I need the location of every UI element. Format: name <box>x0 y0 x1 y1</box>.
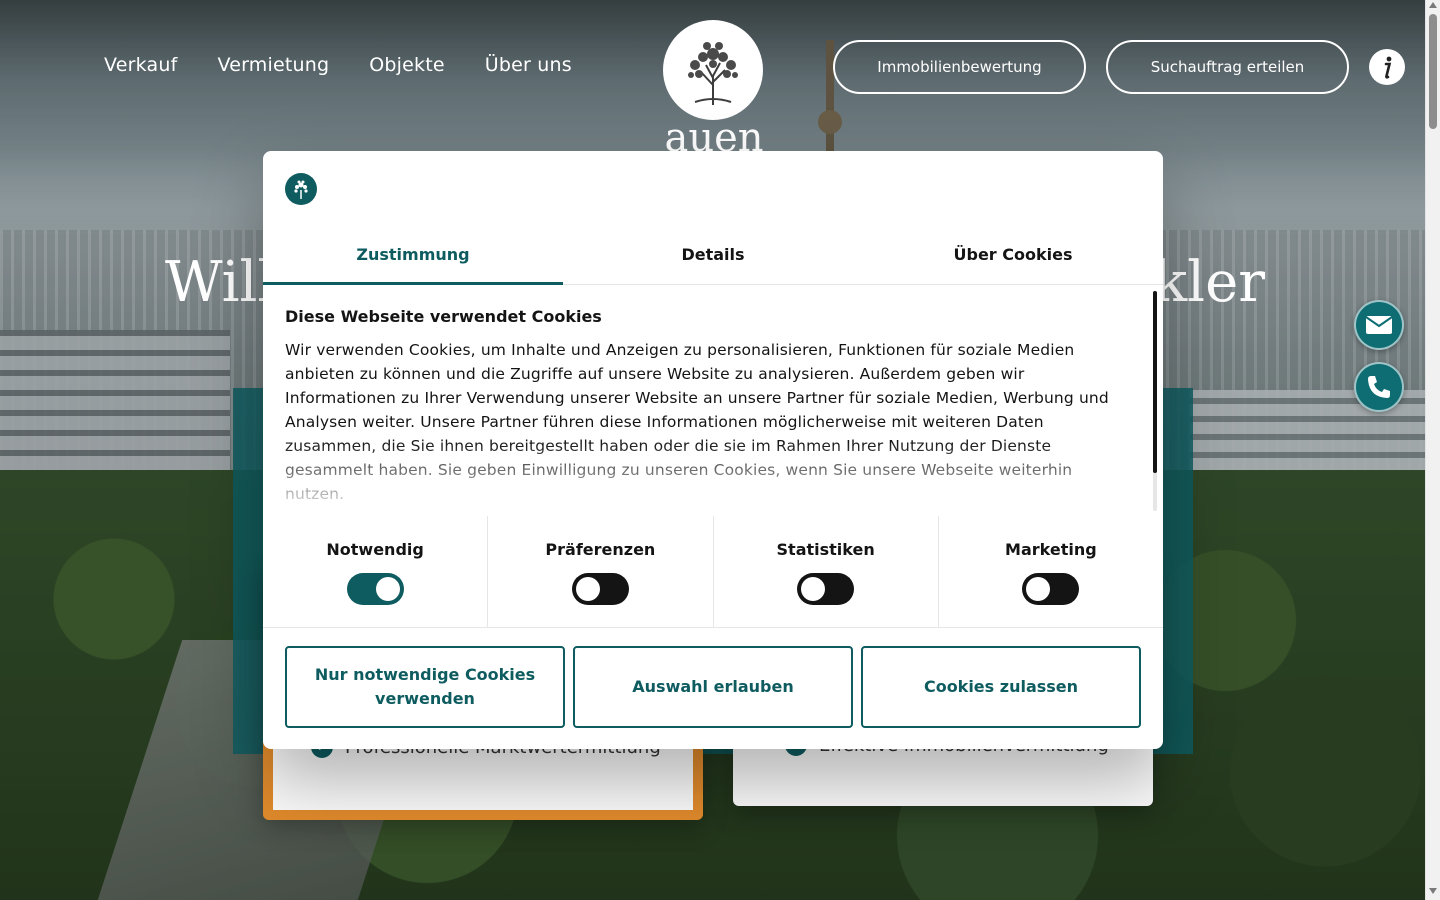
main-navigation: Verkauf Vermietung Objekte Über uns <box>104 54 572 76</box>
hero-title-right: kler <box>1153 250 1265 315</box>
cookie-body: Diese Webseite verwendet Cookies Wir ver… <box>285 301 1135 511</box>
valuation-button[interactable]: Immobilienbewertung <box>833 40 1086 94</box>
scroll-down-arrow-icon[interactable] <box>1429 888 1437 894</box>
category-statistics: Statistiken <box>714 516 939 627</box>
nav-item-objekte[interactable]: Objekte <box>369 54 445 76</box>
necessary-toggle[interactable] <box>346 573 404 605</box>
allow-all-cookies-button[interactable]: Cookies zulassen <box>861 646 1141 728</box>
necessary-only-button[interactable]: Nur notwendige Cookies verwenden <box>285 646 565 728</box>
cookiebot-logo-icon <box>285 173 317 205</box>
allow-selection-button[interactable]: Auswahl erlauben <box>573 646 853 728</box>
mail-icon[interactable] <box>1354 300 1404 350</box>
hero-title-left: Will <box>165 250 276 315</box>
category-preferences: Präferenzen <box>488 516 714 627</box>
tab-zustimmung[interactable]: Zustimmung <box>263 231 563 285</box>
search-order-button[interactable]: Suchauftrag erteilen <box>1106 40 1349 94</box>
phone-icon[interactable] <box>1354 362 1404 412</box>
preferences-toggle[interactable] <box>571 573 629 605</box>
tab-ueber-cookies[interactable]: Über Cookies <box>863 231 1163 284</box>
brand-logo[interactable] <box>663 20 763 120</box>
nav-item-vermietung[interactable]: Vermietung <box>217 54 329 76</box>
category-marketing: Marketing <box>939 516 1163 627</box>
info-icon[interactable] <box>1369 49 1405 85</box>
scroll-up-arrow-icon[interactable] <box>1429 2 1437 8</box>
cookie-text-scrollbar[interactable] <box>1153 291 1157 511</box>
cookie-consent-dialog: Zustimmung Details Über Cookies Diese We… <box>263 151 1163 749</box>
tree-icon <box>688 42 738 105</box>
cookie-action-buttons: Nur notwendige Cookies verwenden Auswahl… <box>285 646 1141 728</box>
cookie-heading: Diese Webseite verwendet Cookies <box>285 307 602 326</box>
nav-item-ueber-uns[interactable]: Über uns <box>485 54 572 76</box>
statistics-toggle[interactable] <box>797 573 855 605</box>
page-scrollbar[interactable] <box>1425 0 1440 900</box>
scrollbar-thumb[interactable] <box>1429 14 1437 129</box>
cookie-category-toggles: Notwendig Präferenzen Statistiken Market… <box>263 516 1163 628</box>
category-necessary: Notwendig <box>263 516 489 627</box>
cookie-tabs: Zustimmung Details Über Cookies <box>263 231 1163 285</box>
marketing-toggle[interactable] <box>1022 573 1080 605</box>
tab-details[interactable]: Details <box>563 231 863 284</box>
nav-item-verkauf[interactable]: Verkauf <box>104 54 177 76</box>
